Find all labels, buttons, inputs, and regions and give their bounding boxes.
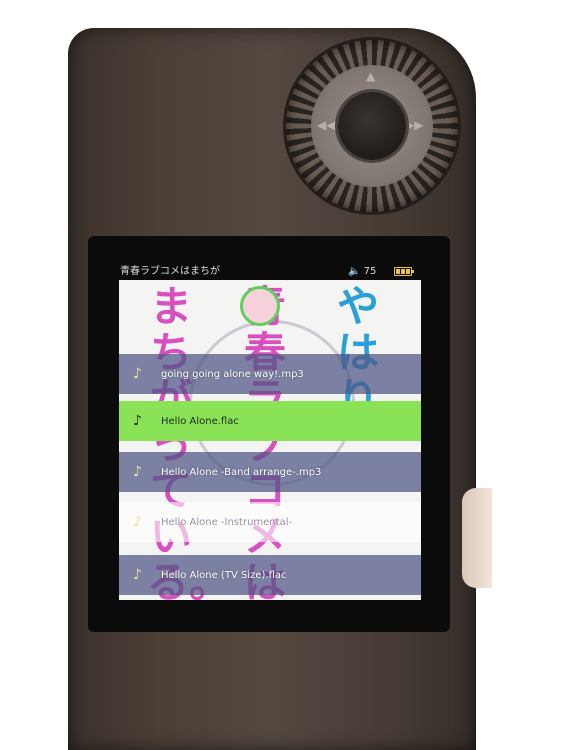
speaker-icon: 🔈: [348, 266, 361, 277]
track-row-selected[interactable]: ♪ Hello Alone.flac: [119, 401, 421, 441]
music-note-icon: ♪: [133, 567, 142, 583]
battery-icon: [394, 267, 414, 276]
now-playing-title: 青春ラブコメはまちが: [120, 266, 220, 277]
album-art-text-left: まちがっている。: [147, 282, 231, 601]
volume-level: 75: [363, 266, 377, 277]
album-art-text-middle: 青春ラブコメは: [243, 284, 286, 601]
track-name: going going alone way!.mp3: [161, 368, 304, 380]
track-row[interactable]: ♪ Hello Alone (TV Size).flac: [119, 555, 421, 595]
track-row[interactable]: ♪ Hello Alone -Instrumental-: [119, 502, 421, 542]
scroll-wheel[interactable]: ▲ ◀◀ ▶▶: [286, 40, 458, 212]
holding-finger: [462, 488, 492, 588]
center-button[interactable]: [338, 92, 406, 160]
music-note-icon: ♪: [133, 514, 142, 530]
track-name: Hello Alone -Instrumental-: [161, 516, 293, 528]
volume-indicator: 🔈 75: [348, 263, 376, 281]
rewind-icon[interactable]: ◀◀: [317, 118, 335, 132]
track-name: Hello Alone.flac: [161, 415, 239, 427]
music-note-icon: ♪: [133, 366, 142, 382]
up-arrow-icon[interactable]: ▲: [366, 69, 375, 83]
direction-pad[interactable]: ▲ ◀◀ ▶▶: [311, 65, 433, 187]
music-note-icon: ♪: [133, 413, 142, 429]
track-row[interactable]: ♪ Hello Alone -Band arrange-.mp3: [119, 452, 421, 492]
status-bar: 青春ラブコメはまちが 🔈 75: [120, 263, 420, 281]
player-screen: やはり 青春ラブコメは まちがっている。 ♪ going going alone…: [119, 280, 421, 600]
music-note-icon: ♪: [133, 464, 142, 480]
track-name: Hello Alone -Band arrange-.mp3: [161, 466, 322, 478]
forward-icon[interactable]: ▶▶: [405, 118, 423, 132]
track-name: Hello Alone (TV Size).flac: [161, 569, 287, 581]
album-art-character-icon: [240, 286, 280, 326]
track-row[interactable]: ♪ going going alone way!.mp3: [119, 354, 421, 394]
